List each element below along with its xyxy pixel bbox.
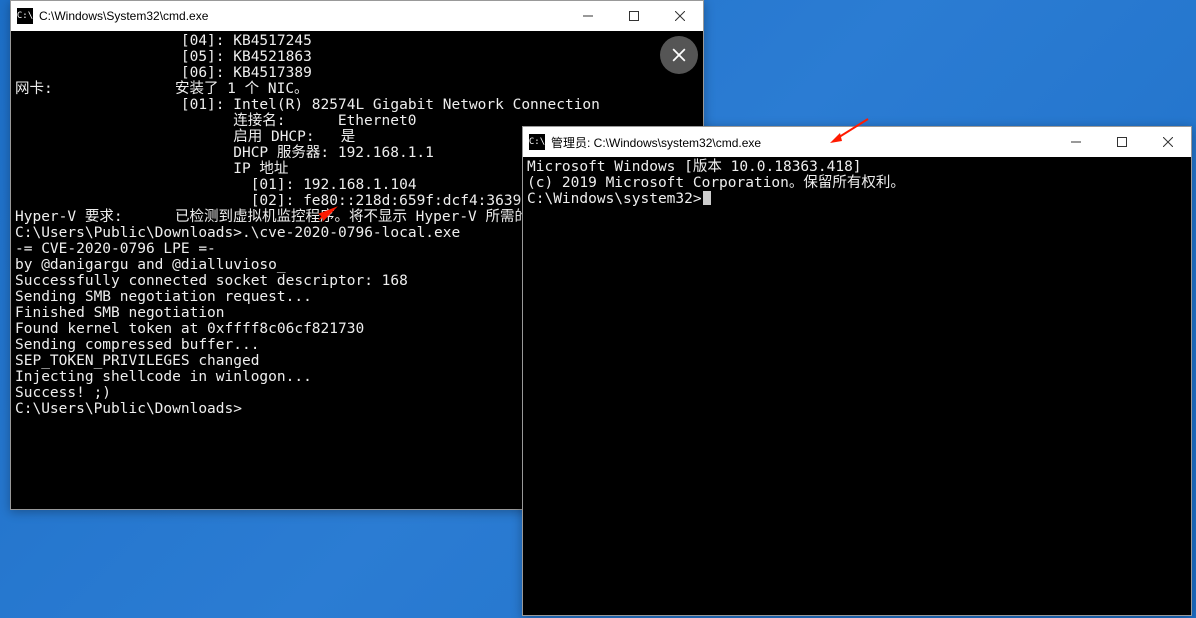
close-icon xyxy=(672,48,686,62)
terminal-line: [01]: Intel(R) 82574L Gigabit Network Co… xyxy=(15,97,699,113)
titlebar-left: C:\ 管理员: C:\Windows\system32\cmd.exe xyxy=(523,127,1053,157)
terminal-line: [06]: KB4517389 xyxy=(15,65,699,81)
terminal-line: (c) 2019 Microsoft Corporation。保留所有权利。 xyxy=(527,175,1187,191)
terminal-line: 网卡: 安装了 1 个 NIC。 xyxy=(15,81,699,97)
cmd-icon: C:\ xyxy=(17,8,33,24)
cursor xyxy=(703,191,711,205)
titlebar[interactable]: C:\ 管理员: C:\Windows\system32\cmd.exe xyxy=(523,127,1191,157)
terminal-line: [05]: KB4521863 xyxy=(15,49,699,65)
minimize-icon xyxy=(1071,137,1081,147)
titlebar[interactable]: C:\ C:\Windows\System32\cmd.exe xyxy=(11,1,703,31)
close-icon xyxy=(675,11,685,21)
cmd-window-admin[interactable]: C:\ 管理员: C:\Windows\system32\cmd.exe Mic… xyxy=(522,126,1192,616)
maximize-button[interactable] xyxy=(1099,127,1145,157)
minimize-button[interactable] xyxy=(565,1,611,31)
terminal-line: C:\Windows\system32> xyxy=(527,191,1187,207)
maximize-icon xyxy=(629,11,639,21)
overlay-close-button[interactable] xyxy=(660,36,698,74)
close-button[interactable] xyxy=(657,1,703,31)
window-buttons xyxy=(1053,127,1191,157)
window-buttons xyxy=(565,1,703,31)
terminal-output[interactable]: Microsoft Windows [版本 10.0.18363.418](c)… xyxy=(523,157,1191,615)
maximize-icon xyxy=(1117,137,1127,147)
window-title: 管理员: C:\Windows\system32\cmd.exe xyxy=(551,134,761,151)
terminal-line: [04]: KB4517245 xyxy=(15,33,699,49)
close-icon xyxy=(1163,137,1173,147)
maximize-button[interactable] xyxy=(611,1,657,31)
minimize-icon xyxy=(583,11,593,21)
terminal-line: Microsoft Windows [版本 10.0.18363.418] xyxy=(527,159,1187,175)
window-title: C:\Windows\System32\cmd.exe xyxy=(39,9,208,23)
cmd-icon: C:\ xyxy=(529,134,545,150)
titlebar-left: C:\ C:\Windows\System32\cmd.exe xyxy=(11,1,565,31)
minimize-button[interactable] xyxy=(1053,127,1099,157)
close-button[interactable] xyxy=(1145,127,1191,157)
